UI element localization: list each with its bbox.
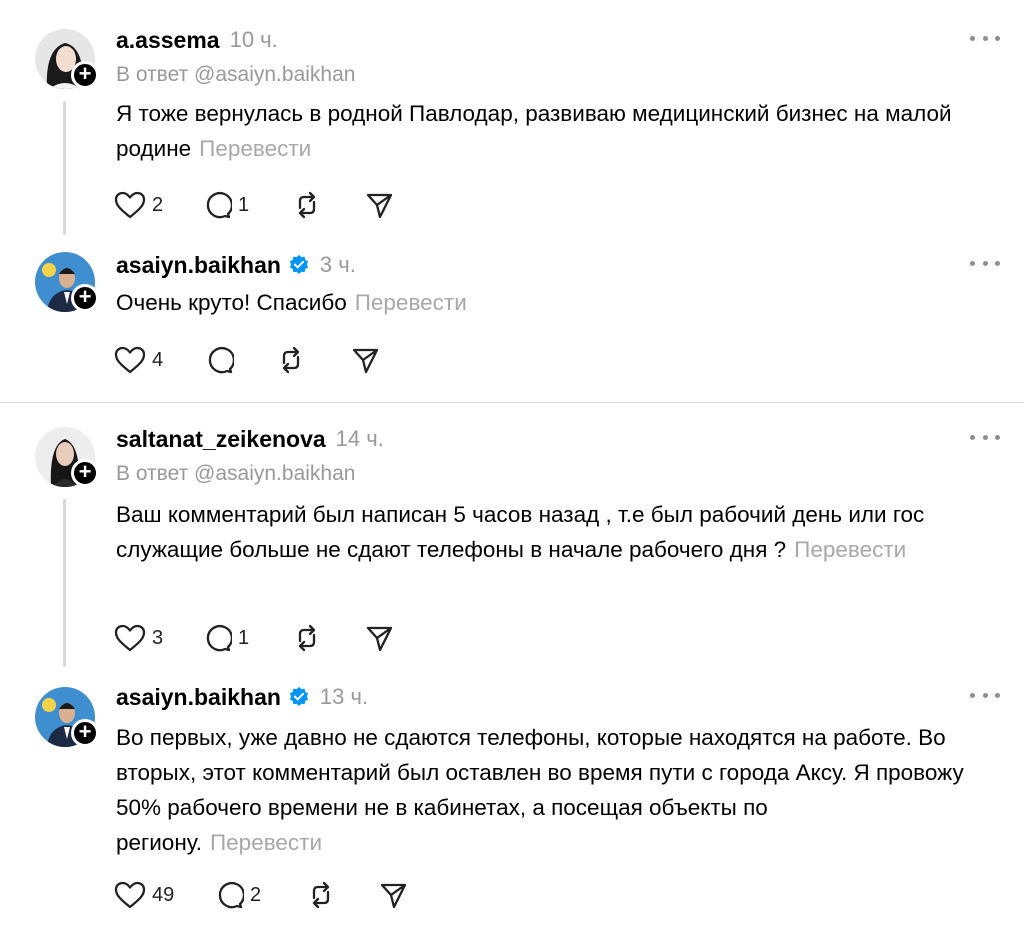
repost-button[interactable] <box>306 880 336 910</box>
username[interactable]: asaiyn.baikhan <box>116 684 281 711</box>
post-body: Очень круто! Спасибо <box>116 290 347 315</box>
more-icon[interactable] <box>970 36 1000 46</box>
translate-link[interactable]: Перевести <box>199 136 311 161</box>
post-text: Ваш комментарий был написан 5 часов наза… <box>116 497 976 567</box>
post-header: a.assema 10 ч. <box>116 25 278 55</box>
thread-divider <box>0 402 1024 403</box>
post-time: 3 ч. <box>319 252 356 277</box>
comment-button[interactable]: 1 <box>202 623 249 653</box>
more-icon[interactable] <box>970 693 1000 703</box>
comment-count: 1 <box>238 626 250 649</box>
post-text: Очень круто! Спасибо Перевести <box>116 285 976 320</box>
post-time: 10 ч. <box>229 27 278 52</box>
like-count: 49 <box>152 883 175 906</box>
like-button[interactable]: 49 <box>114 880 174 910</box>
like-count: 4 <box>152 348 164 371</box>
comment-button[interactable]: 2 <box>214 880 261 910</box>
thread-connector-line <box>63 101 66 235</box>
username[interactable]: asaiyn.baikhan <box>116 252 281 279</box>
heart-icon <box>114 191 146 219</box>
post-text: Я тоже вернулась в родной Павлодар, разв… <box>116 96 976 166</box>
repost-button[interactable] <box>276 345 306 375</box>
post-text: Во первых, уже давно не сдаются телефоны… <box>116 720 976 860</box>
like-button[interactable]: 3 <box>114 623 163 653</box>
share-button[interactable] <box>350 345 380 375</box>
repost-icon <box>298 191 316 219</box>
comment-button[interactable] <box>204 345 240 375</box>
username[interactable]: saltanat_zeikenova <box>116 426 326 453</box>
share-icon <box>366 193 393 219</box>
comment-icon <box>206 624 232 652</box>
comment-icon <box>206 191 232 219</box>
share-button[interactable] <box>364 190 394 220</box>
post-time: 14 ч. <box>335 426 384 451</box>
like-button[interactable]: 4 <box>114 345 163 375</box>
comment-icon <box>208 346 234 374</box>
post-header: asaiyn.baikhan 13 ч. <box>116 682 368 712</box>
reply-to-label[interactable]: В ответ @asaiyn.baikhan <box>116 63 355 87</box>
thread-connector-line <box>63 499 66 667</box>
comment-count: 2 <box>250 883 262 906</box>
share-icon <box>352 348 379 374</box>
verified-badge-icon <box>289 686 308 706</box>
more-icon[interactable] <box>970 435 1000 445</box>
follow-plus-icon[interactable]: + <box>71 459 99 487</box>
verified-badge-icon <box>289 254 308 274</box>
repost-icon <box>282 346 300 374</box>
post-header: asaiyn.baikhan 3 ч. <box>116 250 356 280</box>
translate-link[interactable]: Перевести <box>355 290 467 315</box>
username[interactable]: a.assema <box>116 27 220 54</box>
translate-link[interactable]: Перевести <box>794 537 906 562</box>
comment-icon <box>218 881 244 909</box>
repost-icon <box>298 624 316 652</box>
heart-icon <box>114 881 146 909</box>
heart-icon <box>114 624 146 652</box>
share-icon <box>366 626 393 652</box>
follow-plus-icon[interactable]: + <box>71 719 99 747</box>
reply-to-label[interactable]: В ответ @asaiyn.baikhan <box>116 462 355 486</box>
post-header: saltanat_zeikenova 14 ч. <box>116 424 384 454</box>
share-button[interactable] <box>378 880 408 910</box>
follow-plus-icon[interactable]: + <box>71 61 99 89</box>
like-button[interactable]: 2 <box>114 190 163 220</box>
repost-icon <box>312 881 330 909</box>
like-count: 2 <box>152 193 164 216</box>
comment-button[interactable]: 1 <box>202 190 249 220</box>
heart-icon <box>114 346 146 374</box>
follow-plus-icon[interactable]: + <box>71 284 99 312</box>
share-icon <box>380 883 407 909</box>
like-count: 3 <box>152 626 164 649</box>
repost-button[interactable] <box>292 190 322 220</box>
post-time: 13 ч. <box>319 684 369 709</box>
share-button[interactable] <box>364 623 394 653</box>
more-icon[interactable] <box>970 261 1000 271</box>
translate-link[interactable]: Перевести <box>210 830 322 855</box>
comment-count: 1 <box>238 193 250 216</box>
repost-button[interactable] <box>292 623 322 653</box>
